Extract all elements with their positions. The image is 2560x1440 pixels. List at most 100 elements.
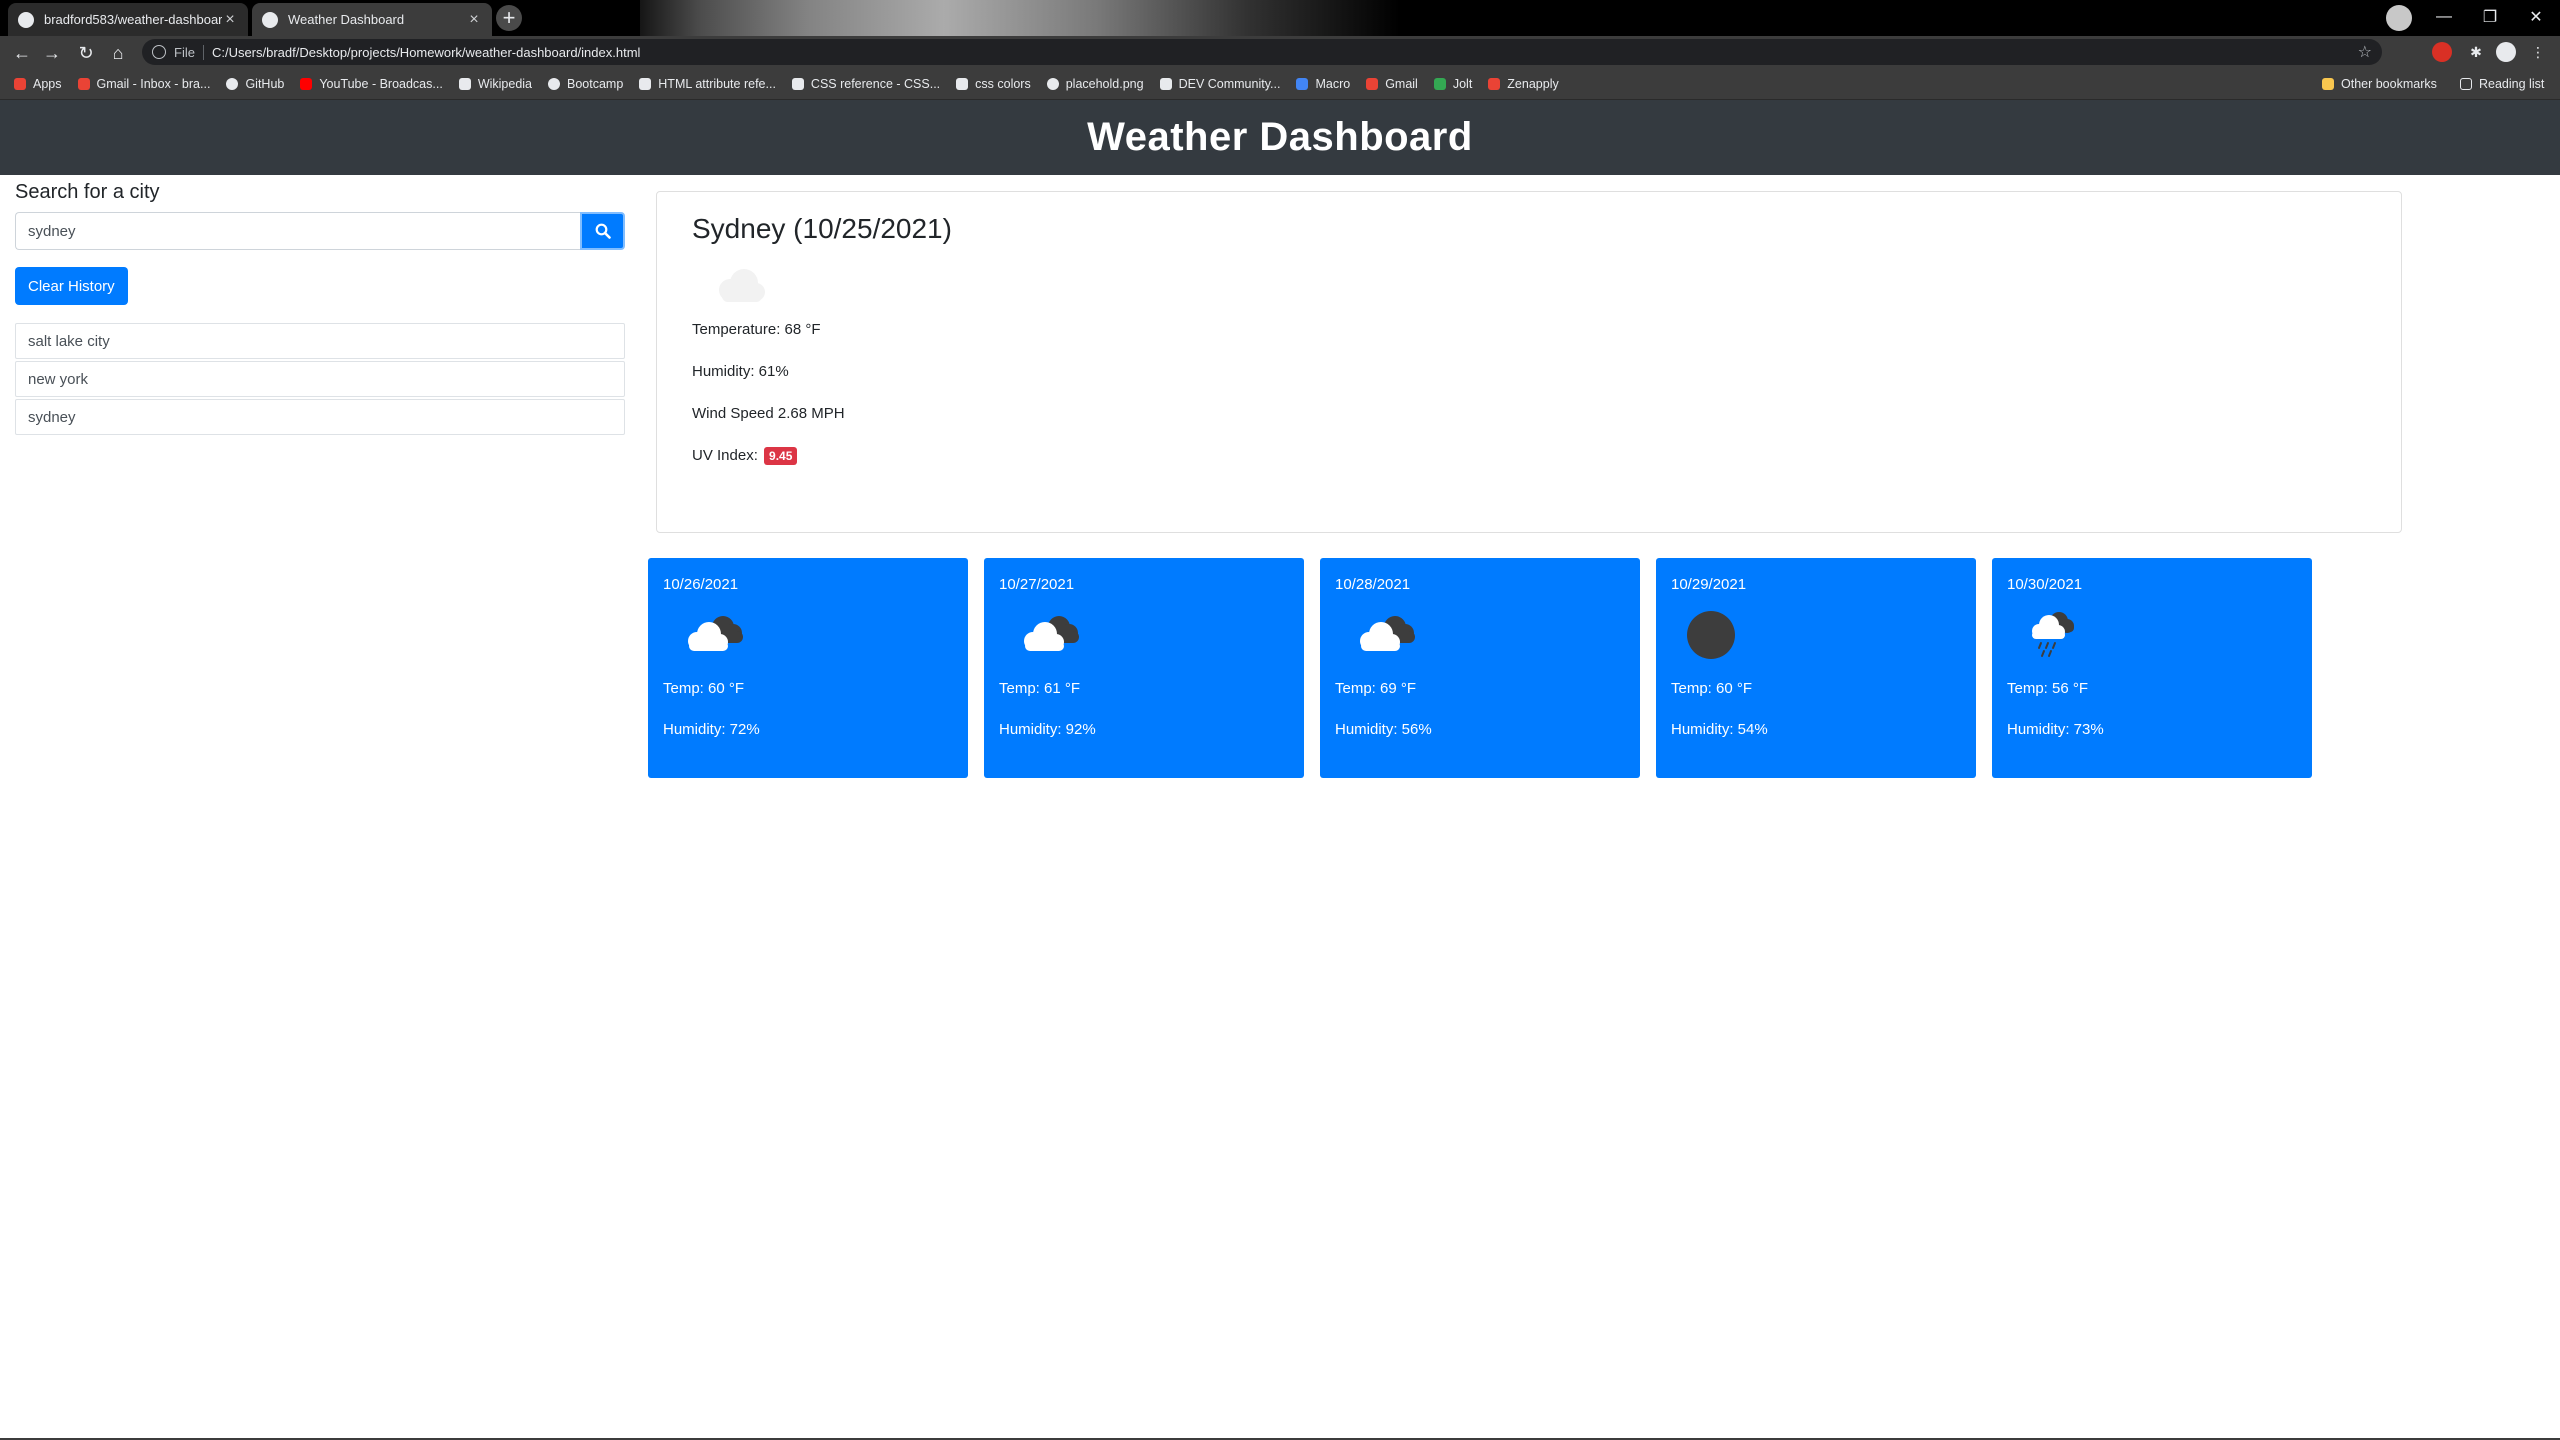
overcast-icon <box>1687 611 1735 659</box>
restore-button[interactable]: ❐ <box>2470 4 2510 30</box>
forecast-card: 10/30/2021 Temp: 56 °F Humidity: 73% <box>1992 558 2312 778</box>
forecast-temp: Temp: 56 °F <box>2007 680 2089 697</box>
current-city-title: Sydney (10/25/2021) <box>692 213 952 244</box>
uv-label: UV Index: <box>692 446 758 464</box>
bookmark-wikipedia[interactable]: Wikipedia <box>458 77 532 91</box>
reload-icon[interactable]: ↻ <box>74 41 98 65</box>
search-icon <box>595 223 611 239</box>
bookmark-css-colors[interactable]: css colors <box>956 77 1031 91</box>
browser-toolbar: ← → ↻ ⌂ File C:/Users/bradf/Desktop/proj… <box>0 36 2560 68</box>
bookmark-label: Bootcamp <box>567 76 624 91</box>
bookmarks-bar: Apps Gmail - Inbox - bra... GitHub YouTu… <box>0 68 2560 100</box>
apps-icon <box>14 77 26 90</box>
history-item-new-york[interactable]: new york <box>15 361 625 397</box>
other-bookmarks[interactable]: Other bookmarks <box>2322 68 2437 99</box>
uv-badge: 9.45 <box>764 446 798 465</box>
browser-tab-github[interactable]: bradford583/weather-dashboard × <box>8 3 248 36</box>
forecast-date: 10/27/2021 <box>999 576 1075 593</box>
bookmark-label: GitHub <box>245 76 285 91</box>
forecast-humidity: Humidity: 72% <box>663 721 760 738</box>
search-button[interactable] <box>580 212 625 250</box>
broken-clouds-icon <box>1024 616 1079 651</box>
bookmark-label: Macro <box>1315 76 1351 91</box>
page-header: Weather Dashboard <box>0 100 2560 175</box>
bookmark-label: Zenapply <box>1507 76 1559 91</box>
url-scheme: File <box>174 44 204 60</box>
new-tab-button[interactable]: + <box>496 5 522 31</box>
five-day-forecast: 10/26/2021 Temp: 60 °F Humidity: 72% 10/… <box>648 558 2320 778</box>
bookmark-apps[interactable]: Apps <box>14 77 62 91</box>
bookmark-label: placehold.png <box>1065 76 1144 91</box>
broken-clouds-icon <box>1360 616 1415 651</box>
bookmark-gmail[interactable]: Gmail <box>1366 77 1418 91</box>
history-item-salt-lake-city[interactable]: salt lake city <box>15 323 625 359</box>
current-weather-card: Sydney (10/25/2021) Temperature: 68 °F H… <box>656 191 2402 533</box>
history-item-sydney[interactable]: sydney <box>15 399 625 435</box>
extension-icon[interactable] <box>2432 42 2452 62</box>
rain-icon <box>2032 612 2074 657</box>
bookmark-label: Reading list <box>2479 76 2545 91</box>
jolt-icon <box>1433 77 1446 90</box>
address-bar[interactable]: File C:/Users/bradf/Desktop/projects/Hom… <box>142 39 2382 65</box>
bookmark-gmail-inbox[interactable]: Gmail - Inbox - bra... <box>77 77 210 91</box>
wikipedia-icon <box>458 77 471 90</box>
url-text[interactable]: C:/Users/bradf/Desktop/projects/Homework… <box>212 45 640 60</box>
w3schools-icon <box>956 77 969 90</box>
forward-icon[interactable]: → <box>40 41 64 65</box>
github-icon <box>18 11 34 28</box>
clear-history-button[interactable]: Clear History <box>15 267 128 305</box>
bookmark-youtube[interactable]: YouTube - Broadcas... <box>300 76 443 91</box>
profile-menu-icon[interactable] <box>2386 5 2412 31</box>
forecast-temp: Temp: 61 °F <box>999 680 1081 697</box>
avatar[interactable] <box>2496 42 2516 62</box>
back-icon[interactable]: ← <box>10 41 34 65</box>
extensions-puzzle-icon[interactable]: ✱ <box>2466 42 2486 62</box>
gmail-icon <box>1366 77 1379 90</box>
home-icon[interactable]: ⌂ <box>106 41 130 65</box>
browser-tab-weather[interactable]: Weather Dashboard × <box>252 3 492 36</box>
bookmark-zenapply[interactable]: Zenapply <box>1488 76 1559 91</box>
info-icon[interactable] <box>152 45 166 59</box>
youtube-icon <box>300 77 313 90</box>
bookmark-placehold[interactable]: placehold.png <box>1046 76 1144 91</box>
mdn-icon <box>639 77 652 90</box>
titlebar-background <box>640 0 1400 36</box>
current-wind-speed: Wind Speed 2.68 MPH <box>692 404 845 422</box>
current-uv-index: UV Index: 9.45 <box>692 446 2366 465</box>
bookmark-label: Jolt <box>1452 76 1473 91</box>
forecast-date: 10/30/2021 <box>2007 576 2083 593</box>
globe-icon <box>1046 77 1059 90</box>
search-sidebar: Search for a city Clear History salt lak… <box>15 175 625 437</box>
page-title: Weather Dashboard <box>1087 115 1473 159</box>
forecast-humidity: Humidity: 92% <box>999 721 1096 738</box>
forecast-temp: Temp: 60 °F <box>663 680 745 697</box>
bookmark-macro[interactable]: Macro <box>1296 77 1350 91</box>
current-temperature: Temperature: 68 °F <box>692 320 821 338</box>
forecast-date: 10/26/2021 <box>663 576 739 593</box>
zenapply-icon <box>1488 77 1501 90</box>
forecast-temp: Temp: 60 °F <box>1671 680 1753 697</box>
forecast-date: 10/29/2021 <box>1671 576 1747 593</box>
bookmark-jolt[interactable]: Jolt <box>1433 76 1473 91</box>
forecast-card: 10/29/2021 Temp: 60 °F Humidity: 54% <box>1656 558 1976 778</box>
menu-icon[interactable]: ⋮ <box>2528 42 2548 62</box>
tab-label: Weather Dashboard <box>288 12 405 27</box>
bookmark-css-reference[interactable]: CSS reference - CSS... <box>791 77 940 91</box>
search-row <box>15 212 625 250</box>
minimize-button[interactable]: — <box>2424 4 2464 30</box>
cloud-icon <box>719 268 765 302</box>
reading-list[interactable]: Reading list <box>2460 68 2544 99</box>
bookmark-label: Other bookmarks <box>2341 76 2437 91</box>
close-window-button[interactable]: ✕ <box>2516 4 2556 30</box>
close-icon[interactable]: × <box>222 11 238 29</box>
bookmark-github[interactable]: GitHub <box>226 77 284 91</box>
city-search-input[interactable] <box>15 212 580 250</box>
bookmark-dev-community[interactable]: DEV Community... <box>1159 77 1280 91</box>
current-humidity: Humidity: 61% <box>692 362 789 380</box>
bookmark-html-attribute[interactable]: HTML attribute refe... <box>639 77 776 91</box>
bookmark-label: YouTube - Broadcas... <box>319 76 443 91</box>
bookmark-bootcamp[interactable]: Bootcamp <box>548 77 623 91</box>
close-icon[interactable]: × <box>466 11 482 29</box>
macro-icon <box>1296 77 1309 90</box>
bookmark-star-icon[interactable]: ☆ <box>2358 42 2372 62</box>
